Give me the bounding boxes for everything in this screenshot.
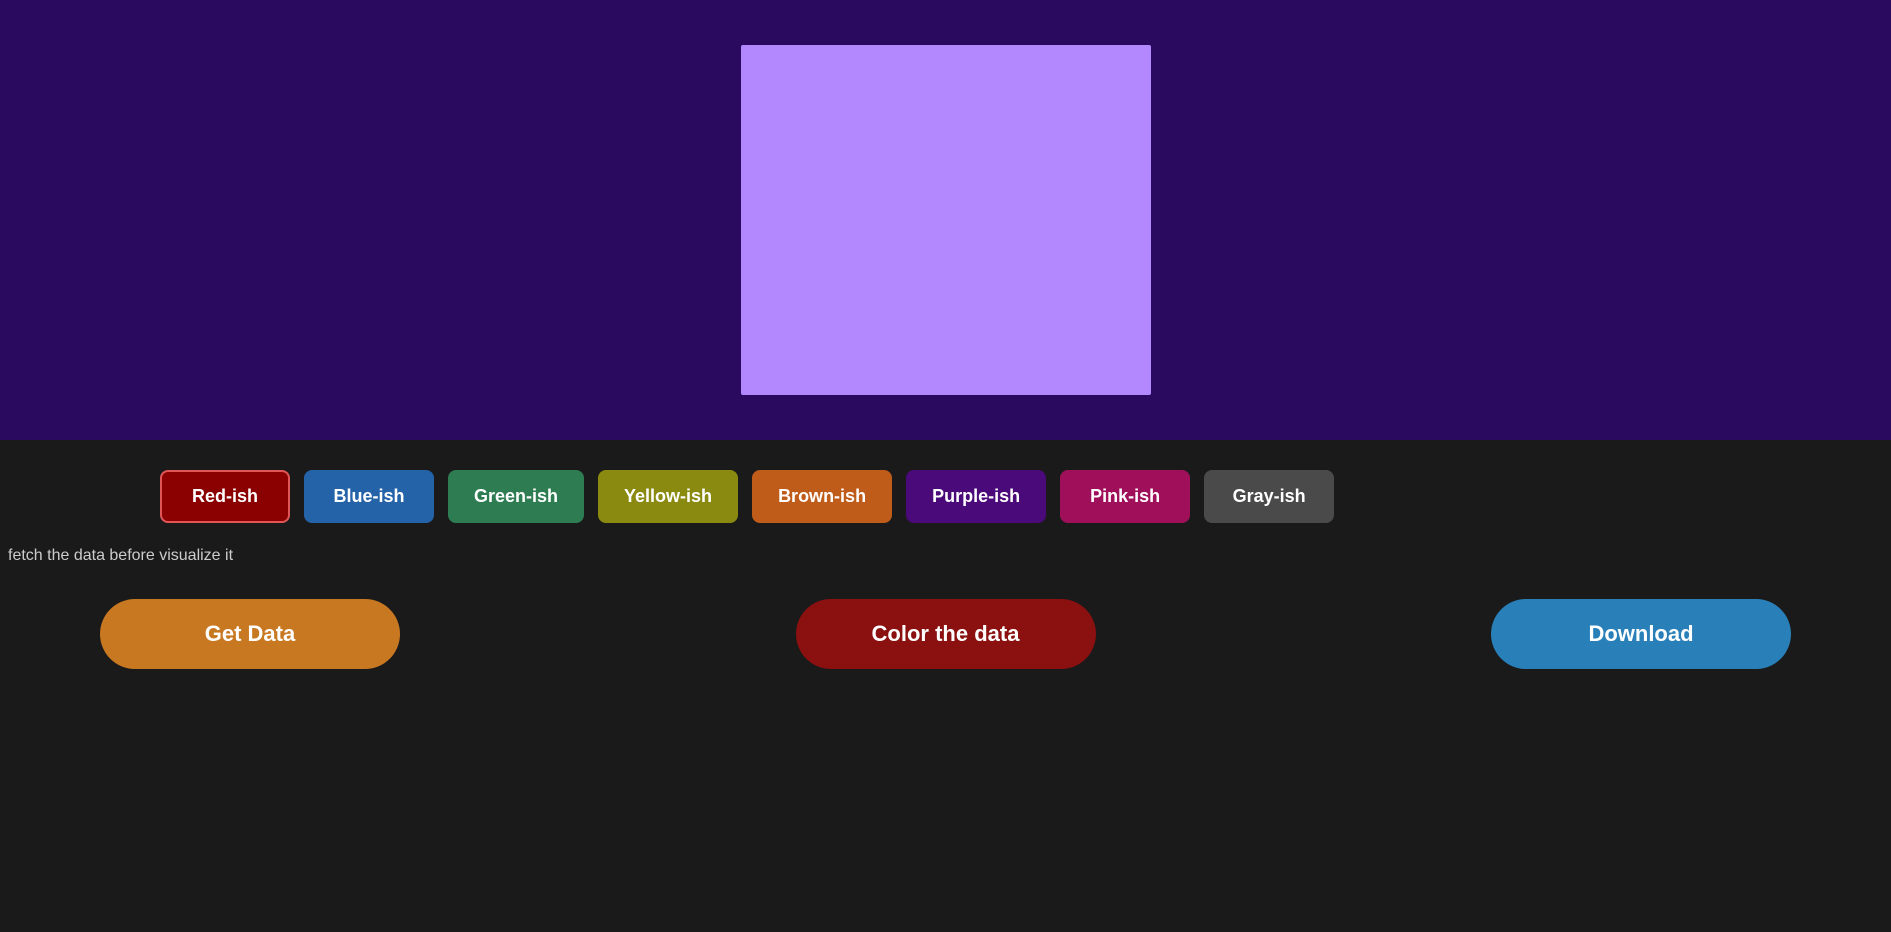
get-data-button[interactable]: Get Data xyxy=(100,599,400,669)
status-area: fetch the data before visualize it xyxy=(0,547,1891,565)
color-btn-red[interactable]: Red-ish xyxy=(160,470,290,523)
color-btn-purple[interactable]: Purple-ish xyxy=(906,470,1046,523)
color-preview-box xyxy=(741,45,1151,395)
color-btn-pink[interactable]: Pink-ish xyxy=(1060,470,1190,523)
color-btn-gray[interactable]: Gray-ish xyxy=(1204,470,1334,523)
status-text: fetch the data before visualize it xyxy=(4,547,237,564)
color-data-button[interactable]: Color the data xyxy=(796,599,1096,669)
color-buttons-row: Red-ish Blue-ish Green-ish Yellow-ish Br… xyxy=(0,470,1891,523)
color-btn-brown[interactable]: Brown-ish xyxy=(752,470,892,523)
color-btn-green[interactable]: Green-ish xyxy=(448,470,584,523)
download-button[interactable]: Download xyxy=(1491,599,1791,669)
preview-area xyxy=(0,0,1891,440)
controls-area: Red-ish Blue-ish Green-ish Yellow-ish Br… xyxy=(0,440,1891,932)
action-buttons-row: Get Data Color the data Download xyxy=(0,589,1891,669)
color-btn-yellow[interactable]: Yellow-ish xyxy=(598,470,738,523)
color-btn-blue[interactable]: Blue-ish xyxy=(304,470,434,523)
